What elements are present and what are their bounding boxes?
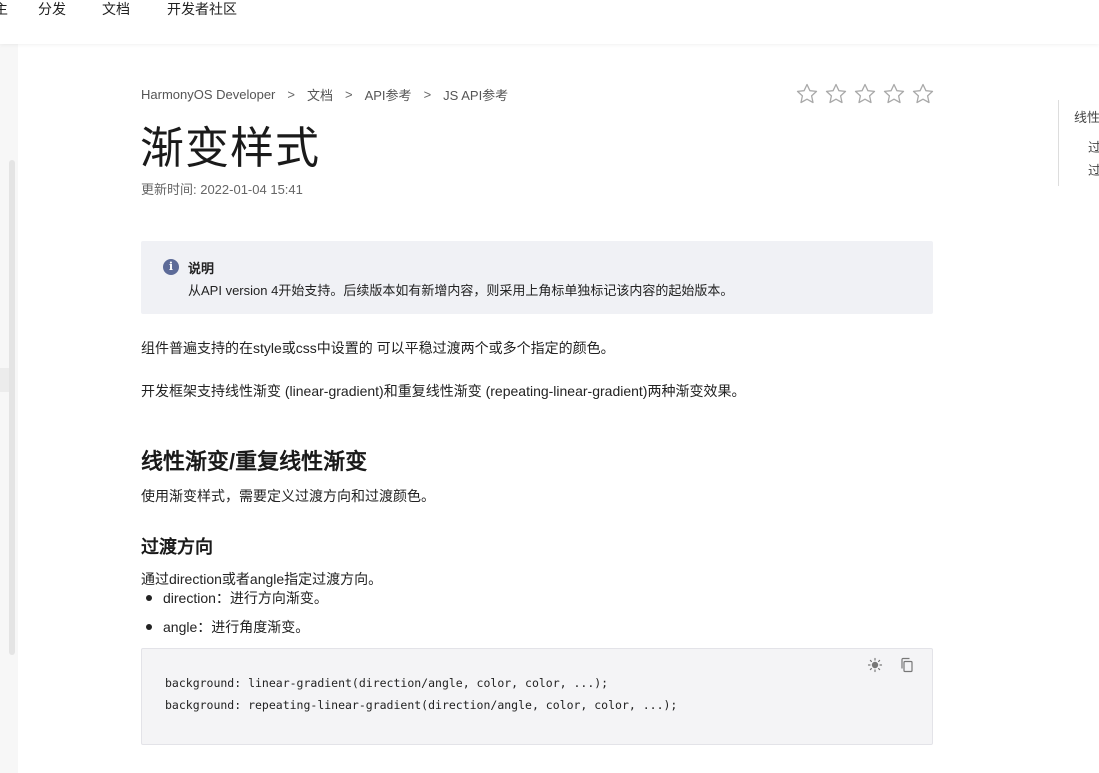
breadcrumb: HarmonyOS Developer > 文档 > API参考 > JS AP… [141,85,508,104]
note-box: i 说明 从API version 4开始支持。后续版本如有新增内容，则采用上角… [141,241,933,314]
toc-item-linear-gradient[interactable]: 线性 [1074,107,1099,126]
star-icon[interactable] [853,82,877,106]
left-sidebar-scrollbar[interactable] [9,160,15,655]
list-item: direction：进行方向渐变。 [141,588,328,617]
section-heading-linear-gradient: 线性渐变/重复线性渐变 [141,449,368,474]
toc-item-color[interactable]: 过 [1088,160,1099,179]
star-icon[interactable] [911,82,935,106]
breadcrumb-item-docs[interactable]: 文档 [307,85,333,104]
star-icon[interactable] [795,82,819,106]
note-title: 说明 [188,261,215,276]
code-line: background: repeating-linear-gradient(di… [165,698,678,712]
theme-toggle-icon[interactable] [867,657,883,673]
star-icon[interactable] [882,82,906,106]
breadcrumb-separator: > [345,87,353,102]
nav-item-docs[interactable]: 文档 [102,0,130,18]
intro-paragraph: 组件普遍支持的在style或css中设置的 可以平稳过渡两个或多个指定的颜色。 [141,340,615,356]
star-rating [795,82,935,106]
code-block: background: linear-gradient(direction/an… [141,648,933,745]
update-time: 更新时间: 2022-01-04 15:41 [141,182,303,197]
breadcrumb-item-api-reference[interactable]: API参考 [365,85,412,104]
table-of-contents: 线性 过 过 [1058,100,1099,186]
section-paragraph: 使用渐变样式，需要定义过渡方向和过渡颜色。 [141,488,435,504]
gradient-types-paragraph: 开发框架支持线性渐变 (linear-gradient)和重复线性渐变 (rep… [141,383,746,399]
note-text: 从API version 4开始支持。后续版本如有新增内容，则采用上角标单独标记… [188,283,734,298]
top-navigation: 主 分发 文档 开发者社区 [0,0,1099,44]
code-line: background: linear-gradient(direction/an… [165,676,609,690]
copy-icon[interactable] [899,657,915,673]
breadcrumb-item-js-api-reference[interactable]: JS API参考 [443,85,508,104]
list-item: angle：进行角度渐变。 [141,617,328,646]
info-icon: i [163,259,179,275]
nav-item-community[interactable]: 开发者社区 [167,0,237,18]
breadcrumb-item-home[interactable]: HarmonyOS Developer [141,87,275,102]
nav-item-home[interactable]: 主 [0,0,8,18]
subsection-heading-direction: 过渡方向 [141,537,213,557]
nav-item-distribution[interactable]: 分发 [38,0,66,18]
page-title: 渐变样式 [140,123,320,174]
star-icon[interactable] [824,82,848,106]
breadcrumb-separator: > [287,87,295,102]
direction-list: direction：进行方向渐变。 angle：进行角度渐变。 [141,588,328,646]
breadcrumb-separator: > [423,87,432,102]
toc-item-direction[interactable]: 过 [1088,137,1099,156]
direction-paragraph: 通过direction或者angle指定过渡方向。 [141,571,383,587]
